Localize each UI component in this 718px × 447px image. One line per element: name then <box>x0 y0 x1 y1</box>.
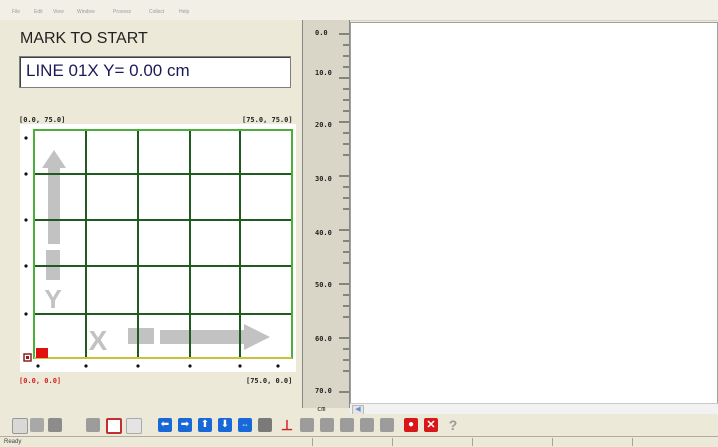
arrow-down-icon[interactable]: ⬇ <box>218 418 232 432</box>
status-pane <box>472 438 553 446</box>
menu-window[interactable]: Window <box>77 9 95 15</box>
ruler-label: 40.0 <box>315 229 332 237</box>
menu-bar: File Edit View Window Process Collect He… <box>0 0 718 21</box>
ruler-label: 70.0 <box>315 387 332 395</box>
ruler-label: 10.0 <box>315 69 332 77</box>
vertical-ruler: 0.0 10.0 20.0 30.0 40.0 50.0 60.0 70.0 c… <box>302 20 350 413</box>
toolbar: ⬅ ➡ ⬆ ⬇ ⇔ ⊥ ● ✕ ? <box>0 414 718 436</box>
grid-lines <box>34 130 292 358</box>
ruler-label: 20.0 <box>315 121 332 129</box>
corner-label-top-left: [0.0, 75.0] <box>19 116 66 124</box>
menu-view[interactable]: View <box>53 9 64 15</box>
save-icon[interactable] <box>48 418 62 432</box>
status-pane <box>392 438 473 446</box>
open-icon[interactable] <box>30 418 44 432</box>
gray-box-1-icon[interactable] <box>300 418 314 432</box>
doc-icon[interactable] <box>12 418 28 434</box>
arrow-up-icon[interactable]: ⬆ <box>198 418 212 432</box>
gray-box-2-icon[interactable] <box>320 418 334 432</box>
status-pane <box>552 438 633 446</box>
gray-box-3-icon[interactable] <box>340 418 354 432</box>
ruler-label: 50.0 <box>315 281 332 289</box>
status-text: Ready <box>4 439 22 445</box>
ruler-ticks <box>339 33 349 393</box>
survey-grid-svg: Y X <box>23 129 293 368</box>
menu-file[interactable]: File <box>12 9 20 15</box>
arrows-horizontal-icon[interactable]: ⇔ <box>238 418 252 432</box>
monitor-icon[interactable] <box>86 418 100 432</box>
grid-border <box>33 129 293 359</box>
gray-box-5-icon[interactable] <box>380 418 394 432</box>
stop-x-icon[interactable]: ✕ <box>424 418 438 432</box>
grid-icon[interactable] <box>106 418 122 434</box>
ruler-label: 0.0 <box>315 29 328 37</box>
survey-grid[interactable]: Y X <box>20 124 296 372</box>
gray-box-4-icon[interactable] <box>360 418 374 432</box>
corner-label-bottom-left: [0.0, 0.0] <box>19 377 62 385</box>
line-status-text: LINE 01X Y= 0.00 cm <box>26 61 190 80</box>
record-icon[interactable]: ● <box>404 418 418 432</box>
x-axis-letter: X <box>89 325 108 356</box>
corner-label-top-right: [75.0, 75.0] <box>242 116 293 124</box>
arrow-right-icon[interactable]: ➡ <box>178 418 192 432</box>
left-edge-dots <box>24 136 28 316</box>
y-axis-letter: Y <box>44 284 61 314</box>
status-pane <box>632 438 713 446</box>
corner-label-bottom-right: [75.0, 0.0] <box>246 377 293 385</box>
menu-edit[interactable]: Edit <box>34 9 43 15</box>
x-axis-arrow <box>128 324 270 350</box>
start-marker <box>36 348 48 358</box>
data-plot-area[interactable] <box>350 22 718 404</box>
menu-help[interactable]: Help <box>179 9 189 15</box>
bottom-edge-dots <box>36 364 280 368</box>
y-axis-arrow <box>42 150 66 280</box>
status-pane <box>312 438 393 446</box>
menu-collect[interactable]: Collect <box>149 9 164 15</box>
status-bar: Ready <box>0 436 718 447</box>
menu-process[interactable]: Process <box>113 9 131 15</box>
panel-title: MARK TO START <box>20 30 148 47</box>
arrow-left-icon[interactable]: ⬅ <box>158 418 172 432</box>
ruler-label: 60.0 <box>315 335 332 343</box>
copy-icon[interactable] <box>126 418 142 434</box>
ruler-label: 30.0 <box>315 175 332 183</box>
line-status-box: LINE 01X Y= 0.00 cm <box>19 56 291 88</box>
marker-icon[interactable]: ⊥ <box>280 418 294 432</box>
help-icon[interactable]: ? <box>446 418 460 432</box>
pause-icon[interactable] <box>258 418 272 432</box>
ruler-unit: cm <box>317 405 326 413</box>
